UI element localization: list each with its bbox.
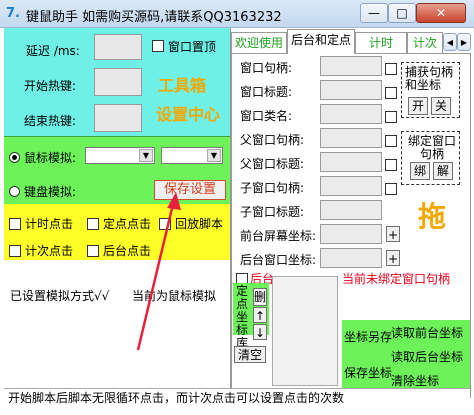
annotation-arrow <box>136 192 181 351</box>
tab-background-fixed[interactable]: 后台和定点 <box>287 29 355 54</box>
